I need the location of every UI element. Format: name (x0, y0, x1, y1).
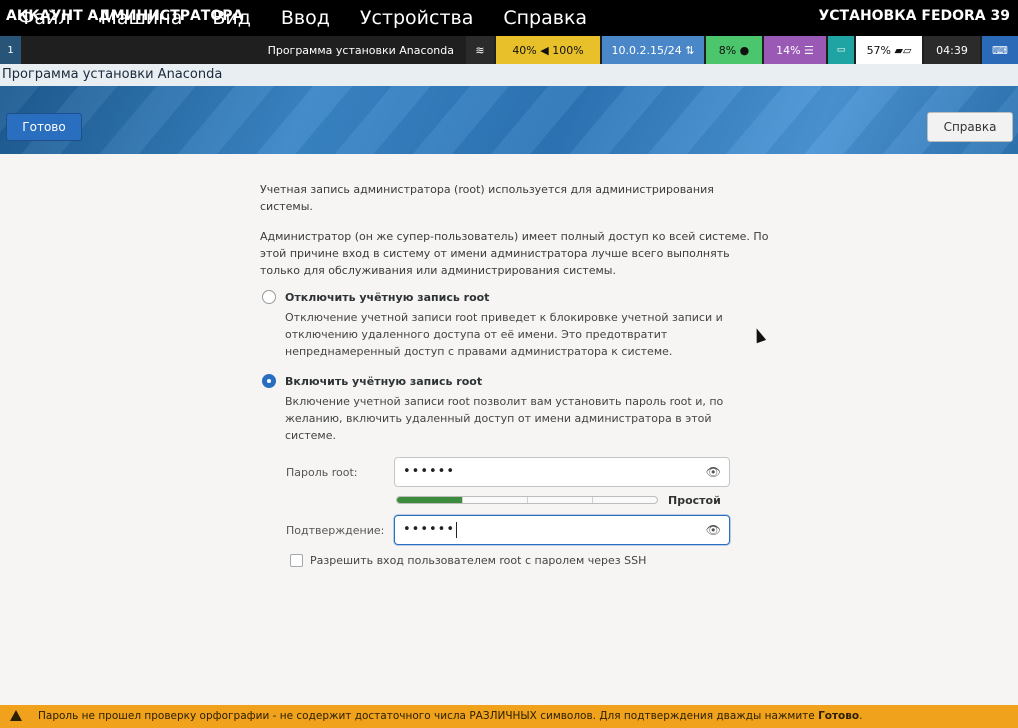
password-strength-fill (397, 497, 462, 503)
warning-icon (10, 709, 22, 721)
disable-root-label[interactable]: Отключить учётную запись root (285, 291, 489, 304)
confirm-password-value: •••••• (403, 522, 456, 537)
password-strength-meter (396, 496, 658, 504)
root-password-field[interactable]: •••••• 👁 (394, 457, 730, 487)
menu-help[interactable]: Справка (503, 7, 587, 29)
enable-root-radio[interactable] (262, 374, 276, 388)
window-titlebar: Программа установки Anaconda (0, 64, 1018, 86)
disable-root-description: Отключение учетной записи root приведет … (285, 311, 723, 358)
text-caret (456, 521, 458, 538)
window-title: Программа установки Anaconda (2, 67, 223, 82)
workspace-button[interactable]: 1 (0, 36, 22, 64)
keyboard-layout-icon[interactable]: ⌨ (982, 36, 1018, 64)
clock: 04:39 (924, 36, 980, 64)
cpu-block: 8% ● (706, 36, 762, 64)
root-password-value: •••••• (403, 464, 456, 479)
page-title: АККАУНТ АДМИНИСТРАТОРА (6, 8, 244, 24)
product-title: УСТАНОВКА FEDORA 39 (818, 8, 1010, 24)
confirm-password-label: Подтверждение: (286, 524, 385, 537)
ssh-root-login-checkbox[interactable] (290, 554, 303, 567)
network-icon: ≋ (466, 36, 494, 64)
eye-icon[interactable]: 👁 (706, 458, 721, 486)
help-button[interactable]: Справка (927, 112, 1013, 142)
enable-root-description: Включение учетной записи root позволит в… (285, 395, 724, 442)
confirm-password-field[interactable]: •••••• 👁 (394, 515, 730, 545)
ip-block: 10.0.2.15/24 ⇅ (602, 36, 704, 64)
menu-devices[interactable]: Устройства (360, 7, 473, 29)
warning-text-bold: Готово (818, 710, 860, 722)
ssh-root-login-label[interactable]: Разрешить вход пользователем root с паро… (310, 554, 646, 567)
disable-root-radio[interactable] (262, 290, 276, 304)
eye-icon[interactable]: 👁 (706, 516, 721, 544)
volume-block: 40% ◀ 100% (496, 36, 600, 64)
password-strength-label: Простой (668, 494, 721, 507)
memory-block: 14% ☰ (764, 36, 826, 64)
intro-text-2: Администратор (он же супер-пользователь)… (260, 230, 769, 277)
intro-text-1: Учетная запись администратора (root) исп… (260, 183, 714, 213)
focused-window-title: Программа установки Anaconda (267, 43, 454, 57)
warning-text: Пароль не прошел проверку орфографии - н… (38, 710, 819, 722)
enable-root-label[interactable]: Включить учётную запись root (285, 375, 482, 388)
status-bar: 1 Программа установки Anaconda ≋ 40% ◀ 1… (0, 36, 1018, 64)
warning-text-end: . (859, 710, 863, 722)
battery-block: 57% ▰▱ (856, 36, 922, 64)
menu-input[interactable]: Ввод (281, 7, 330, 29)
spoke-header (0, 86, 1018, 154)
root-password-label: Пароль root: (286, 466, 358, 479)
display-icon: ▭ (828, 36, 854, 64)
done-button[interactable]: Готово (6, 113, 82, 141)
warning-bar[interactable]: Пароль не прошел проверку орфографии - н… (0, 705, 1018, 728)
